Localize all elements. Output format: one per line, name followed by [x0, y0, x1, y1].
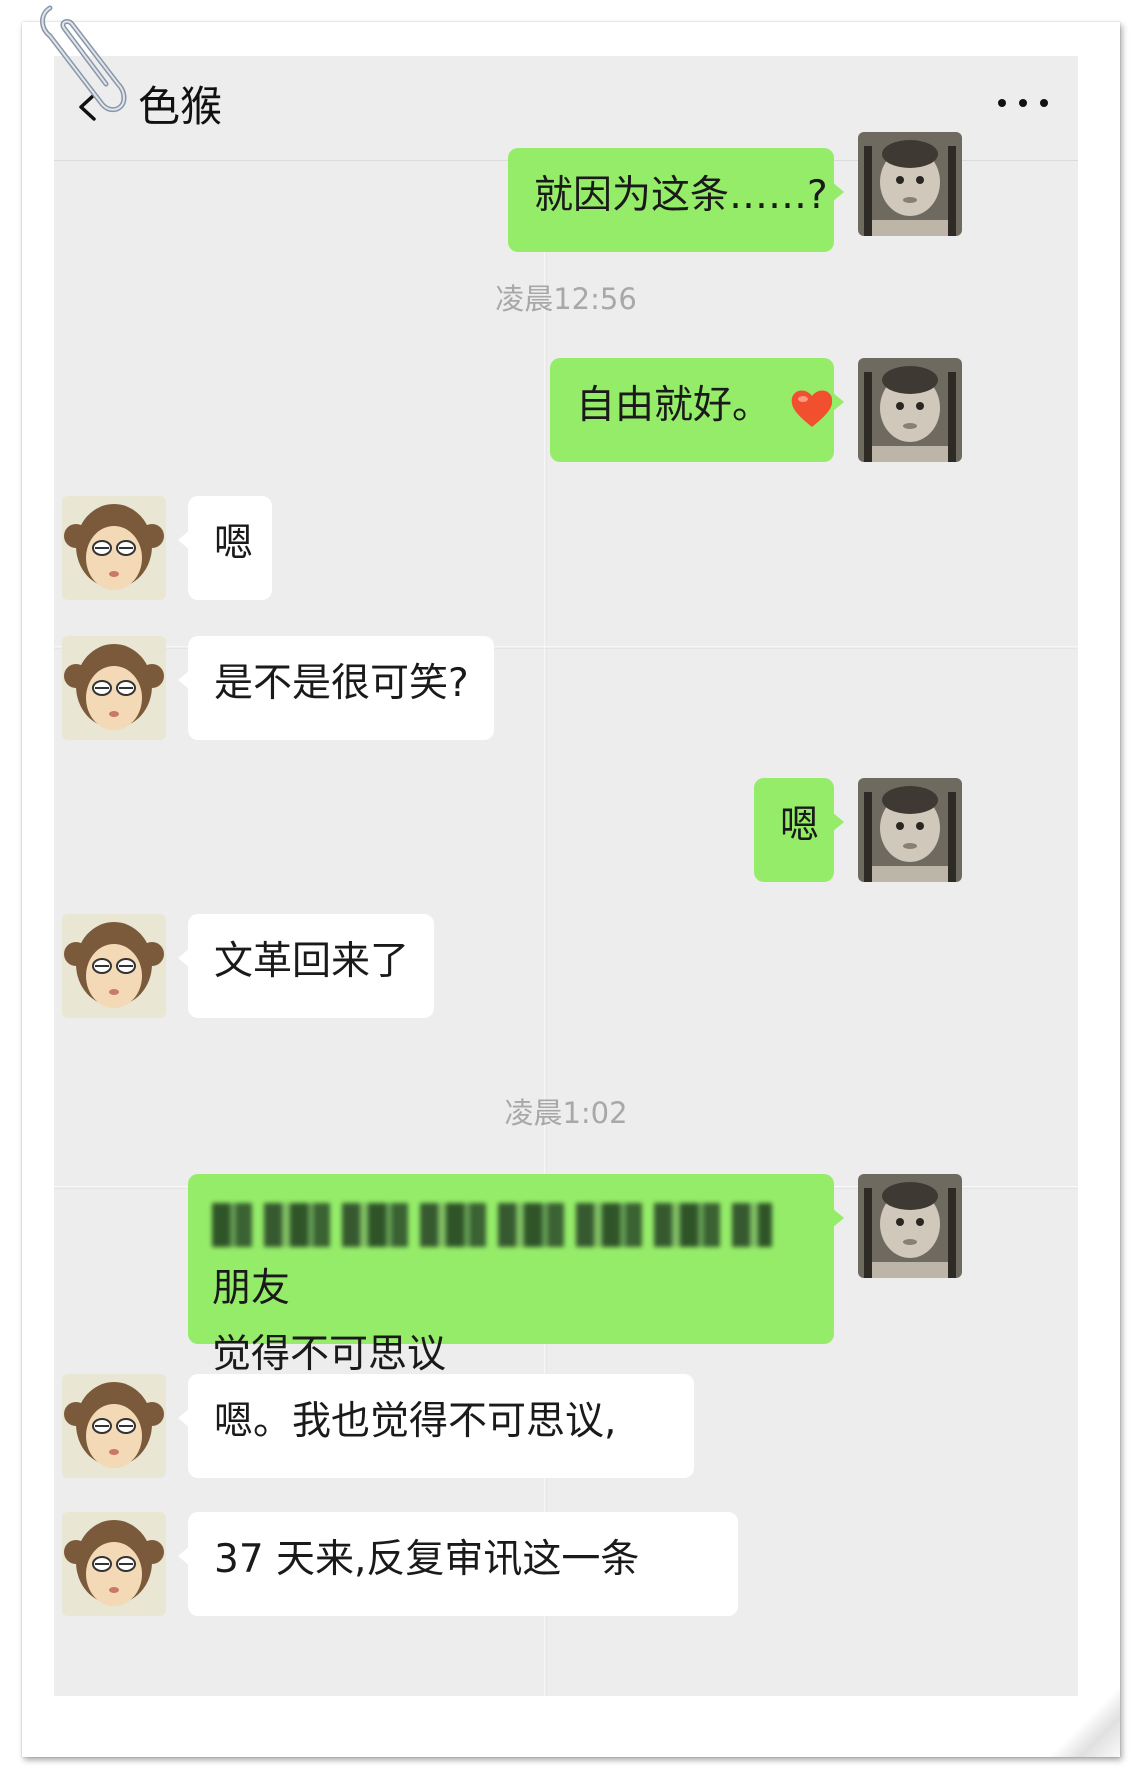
message-bubble[interactable]: 37 天来,反复审讯这一条 — [178, 1512, 738, 1616]
page-curl — [1030, 1687, 1120, 1757]
contact-avatar[interactable] — [62, 1374, 166, 1478]
message-bubble[interactable]: 嗯。我也觉得不可思议, — [178, 1374, 694, 1478]
my-avatar[interactable] — [858, 1174, 962, 1278]
heart-icon — [792, 389, 833, 427]
contact-avatar[interactable] — [62, 914, 166, 1018]
contact-avatar[interactable] — [62, 1512, 166, 1616]
message-timestamp: 凌晨12:56 — [495, 282, 637, 316]
message-text: 自由就好。 — [576, 383, 772, 428]
message-bubble[interactable]: 是不是很可笑? — [178, 636, 494, 740]
message-bubble[interactable]: 就因为这条……? — [508, 148, 844, 252]
my-avatar[interactable] — [858, 132, 962, 236]
message-bubble[interactable]: 嗯 — [178, 496, 272, 600]
redacted-text — [212, 1202, 772, 1247]
message-timestamp: 凌晨1:02 — [504, 1096, 628, 1130]
my-avatar[interactable] — [858, 778, 962, 882]
contact-avatar[interactable] — [62, 636, 166, 740]
contact-avatar[interactable] — [62, 496, 166, 600]
contact-name[interactable]: 色猴 — [138, 78, 222, 136]
message-bubble[interactable]: 自由就好。 — [550, 358, 844, 462]
message-text: 朋友 — [212, 1266, 291, 1311]
message-bubble[interactable]: 朋友 觉得不可思议 — [188, 1174, 844, 1377]
message-bubble[interactable]: 嗯 — [754, 778, 844, 882]
message-bubble[interactable]: 文革回来了 — [178, 914, 434, 1018]
chat-screen: 色猴 就因为这条……? 凌晨12:56 自由就好。 嗯 是不是很可笑? 嗯 文革… — [54, 56, 1078, 1696]
my-avatar[interactable] — [858, 358, 962, 462]
paperclip-icon — [40, 5, 127, 113]
message-line: 朋友 — [212, 1190, 810, 1322]
more-dots-icon[interactable] — [998, 96, 1048, 110]
